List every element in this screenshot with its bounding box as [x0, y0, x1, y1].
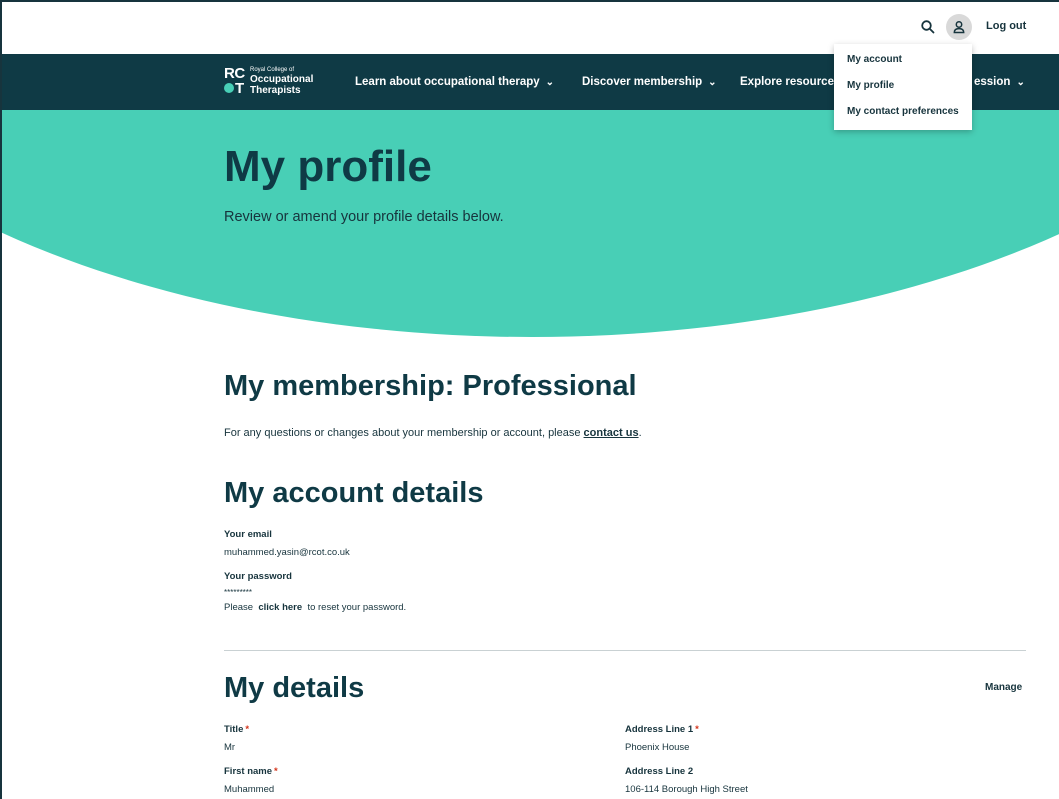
nav-item-label: Discover membership: [582, 76, 703, 88]
rcot-logo[interactable]: RC T Royal College of Occupational Thera…: [224, 66, 313, 96]
title-label: Title *: [224, 724, 249, 735]
title-value: Mr: [224, 742, 236, 753]
page-frame: Log out RC T Royal College of Occupation…: [0, 0, 1059, 799]
reset-text-after: to reset your password.: [304, 602, 407, 613]
user-icon[interactable]: [946, 14, 972, 40]
membership-text: For any questions or changes about your …: [224, 427, 642, 439]
nav-item-profession[interactable]: ession ⌄: [974, 76, 1025, 88]
logo-mark-bottom: T: [235, 80, 244, 97]
search-icon[interactable]: [920, 19, 936, 35]
first-name-value: Muhammed: [224, 784, 275, 795]
manage-button[interactable]: Manage: [985, 682, 1022, 693]
logout-link[interactable]: Log out: [986, 20, 1026, 32]
address-line-1-label-text: Address Line 1: [625, 724, 694, 735]
password-value: *********: [224, 588, 253, 597]
first-name-label: First name *: [224, 766, 278, 777]
logo-line-2: Therapists: [250, 85, 301, 96]
membership-text-before: For any questions or changes about your …: [224, 427, 584, 439]
password-label: Your password: [224, 571, 292, 582]
menu-item-my-account[interactable]: My account: [834, 53, 972, 79]
required-marker: *: [695, 724, 699, 735]
menu-item-my-profile[interactable]: My profile: [834, 79, 972, 105]
page-subtitle: Review or amend your profile details bel…: [224, 209, 504, 225]
nav-item-learn[interactable]: Learn about occupational therapy ⌄: [355, 76, 554, 88]
address-line-2-value: 106-114 Borough High Street: [625, 784, 748, 795]
membership-heading: My membership: Professional: [224, 370, 637, 402]
section-divider: [224, 650, 1026, 651]
reset-password-link[interactable]: click here: [258, 602, 302, 613]
email-value: muhammed.yasin@rcot.co.uk: [224, 547, 350, 558]
menu-item-contact-preferences[interactable]: My contact preferences: [834, 105, 972, 131]
my-details-heading: My details: [224, 672, 365, 704]
contact-us-link[interactable]: contact us: [584, 427, 639, 439]
address-line-2-label: Address Line 2: [625, 766, 694, 777]
title-label-text: Title: [224, 724, 244, 735]
address-line-1-label: Address Line 1 *: [625, 724, 699, 735]
first-name-label-text: First name: [224, 766, 273, 777]
chevron-down-icon: ⌄: [1016, 77, 1025, 88]
logo-dot-icon: [224, 83, 234, 93]
required-marker: *: [274, 766, 278, 777]
nav-item-resources[interactable]: Explore resource: [740, 76, 834, 88]
required-marker: *: [245, 724, 250, 735]
page-title: My profile: [224, 142, 432, 191]
email-label: Your email: [224, 529, 272, 540]
logo-small-text: Royal College of: [250, 67, 295, 73]
nav-item-label: Explore resource: [740, 76, 834, 88]
reset-text-before: Please: [224, 602, 256, 613]
account-details-heading: My account details: [224, 477, 484, 509]
chevron-down-icon: ⌄: [545, 77, 555, 88]
nav-item-label: ession: [974, 76, 1011, 88]
nav-item-membership[interactable]: Discover membership ⌄: [582, 76, 717, 88]
logo-mark: RC T: [224, 66, 246, 96]
account-dropdown-menu: My account My profile My contact prefere…: [834, 44, 972, 130]
chevron-down-icon: ⌄: [708, 77, 717, 88]
address-line-1-value: Phoenix House: [625, 742, 690, 753]
nav-item-label: Learn about occupational therapy: [355, 76, 540, 88]
logo-line-1: Occupational: [250, 74, 314, 85]
reset-password-text: Please click here to reset your password…: [224, 602, 406, 613]
logo-text: Royal College of Occupational Therapists: [250, 66, 313, 96]
membership-text-after: .: [638, 427, 642, 439]
